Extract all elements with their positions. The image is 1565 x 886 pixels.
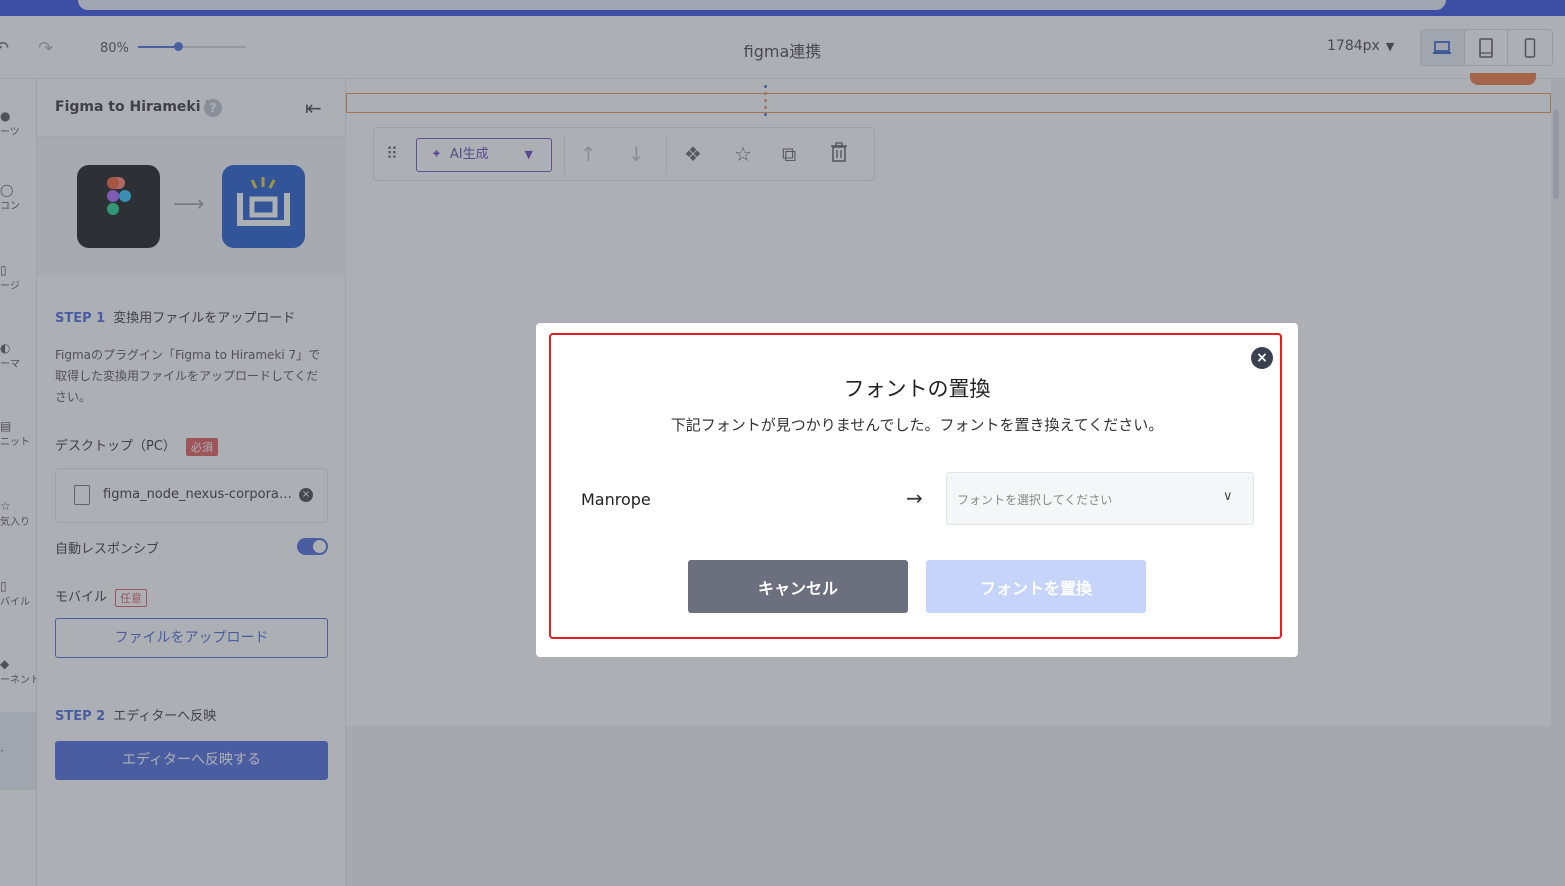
modal-subtitle: 下記フォントが見つかりませんでした。フォントを置き換えてください。 <box>670 416 1164 434</box>
missing-font-name: Manrope <box>581 490 651 509</box>
close-icon[interactable]: × <box>1251 347 1273 369</box>
arrow-right-icon: → <box>906 486 923 510</box>
font-replace-modal: × フォントの置換 下記フォントが見つかりませんでした。フォントを置き換えてくだ… <box>536 323 1298 657</box>
font-select-placeholder: フォントを選択してください <box>957 493 1113 507</box>
cancel-button[interactable]: キャンセル <box>688 560 908 613</box>
chevron-down-icon: ∨ <box>1223 489 1233 504</box>
replace-font-button[interactable]: フォントを置換 <box>926 560 1146 613</box>
modal-title: フォントの置換 <box>843 377 991 401</box>
font-select[interactable]: フォントを選択してください ∨ <box>946 472 1254 525</box>
